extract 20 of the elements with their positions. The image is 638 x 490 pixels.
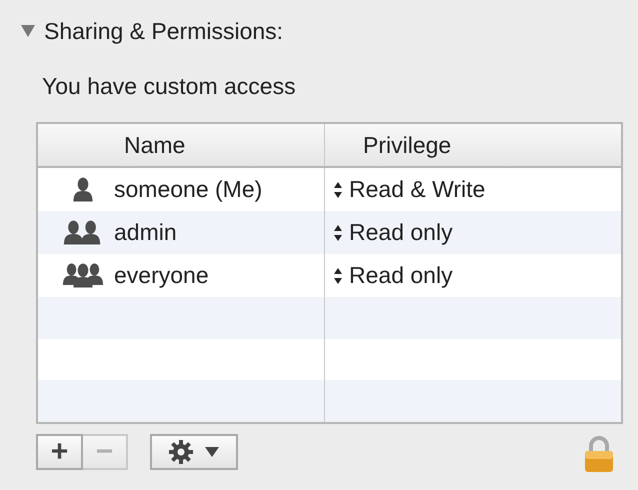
section-title: Sharing & Permissions: bbox=[44, 17, 284, 46]
access-summary: You have custom access bbox=[42, 72, 296, 98]
padlock-icon[interactable] bbox=[583, 435, 615, 473]
stepper-icon bbox=[333, 222, 343, 242]
column-header[interactable]: Name bbox=[38, 124, 325, 166]
action-menu-button[interactable] bbox=[150, 434, 238, 470]
user-name[interactable]: everyone bbox=[114, 258, 209, 293]
dropdown-arrow-icon bbox=[204, 446, 220, 458]
user-name[interactable]: admin bbox=[114, 215, 177, 250]
stepper-icon bbox=[333, 180, 343, 200]
add-button[interactable]: + bbox=[36, 434, 83, 470]
disclosure-triangle[interactable] bbox=[20, 23, 36, 40]
privilege-popup[interactable]: Read & Write bbox=[325, 168, 621, 211]
people-icon bbox=[62, 262, 104, 290]
user-name[interactable]: someone (Me) bbox=[114, 172, 262, 207]
stepper-icon bbox=[333, 266, 343, 286]
privilege-popup[interactable]: Read only bbox=[325, 254, 621, 297]
column-header[interactable]: Privilege bbox=[325, 124, 621, 166]
privilege-popup[interactable]: Read only bbox=[325, 211, 621, 254]
gear-icon bbox=[168, 439, 194, 465]
